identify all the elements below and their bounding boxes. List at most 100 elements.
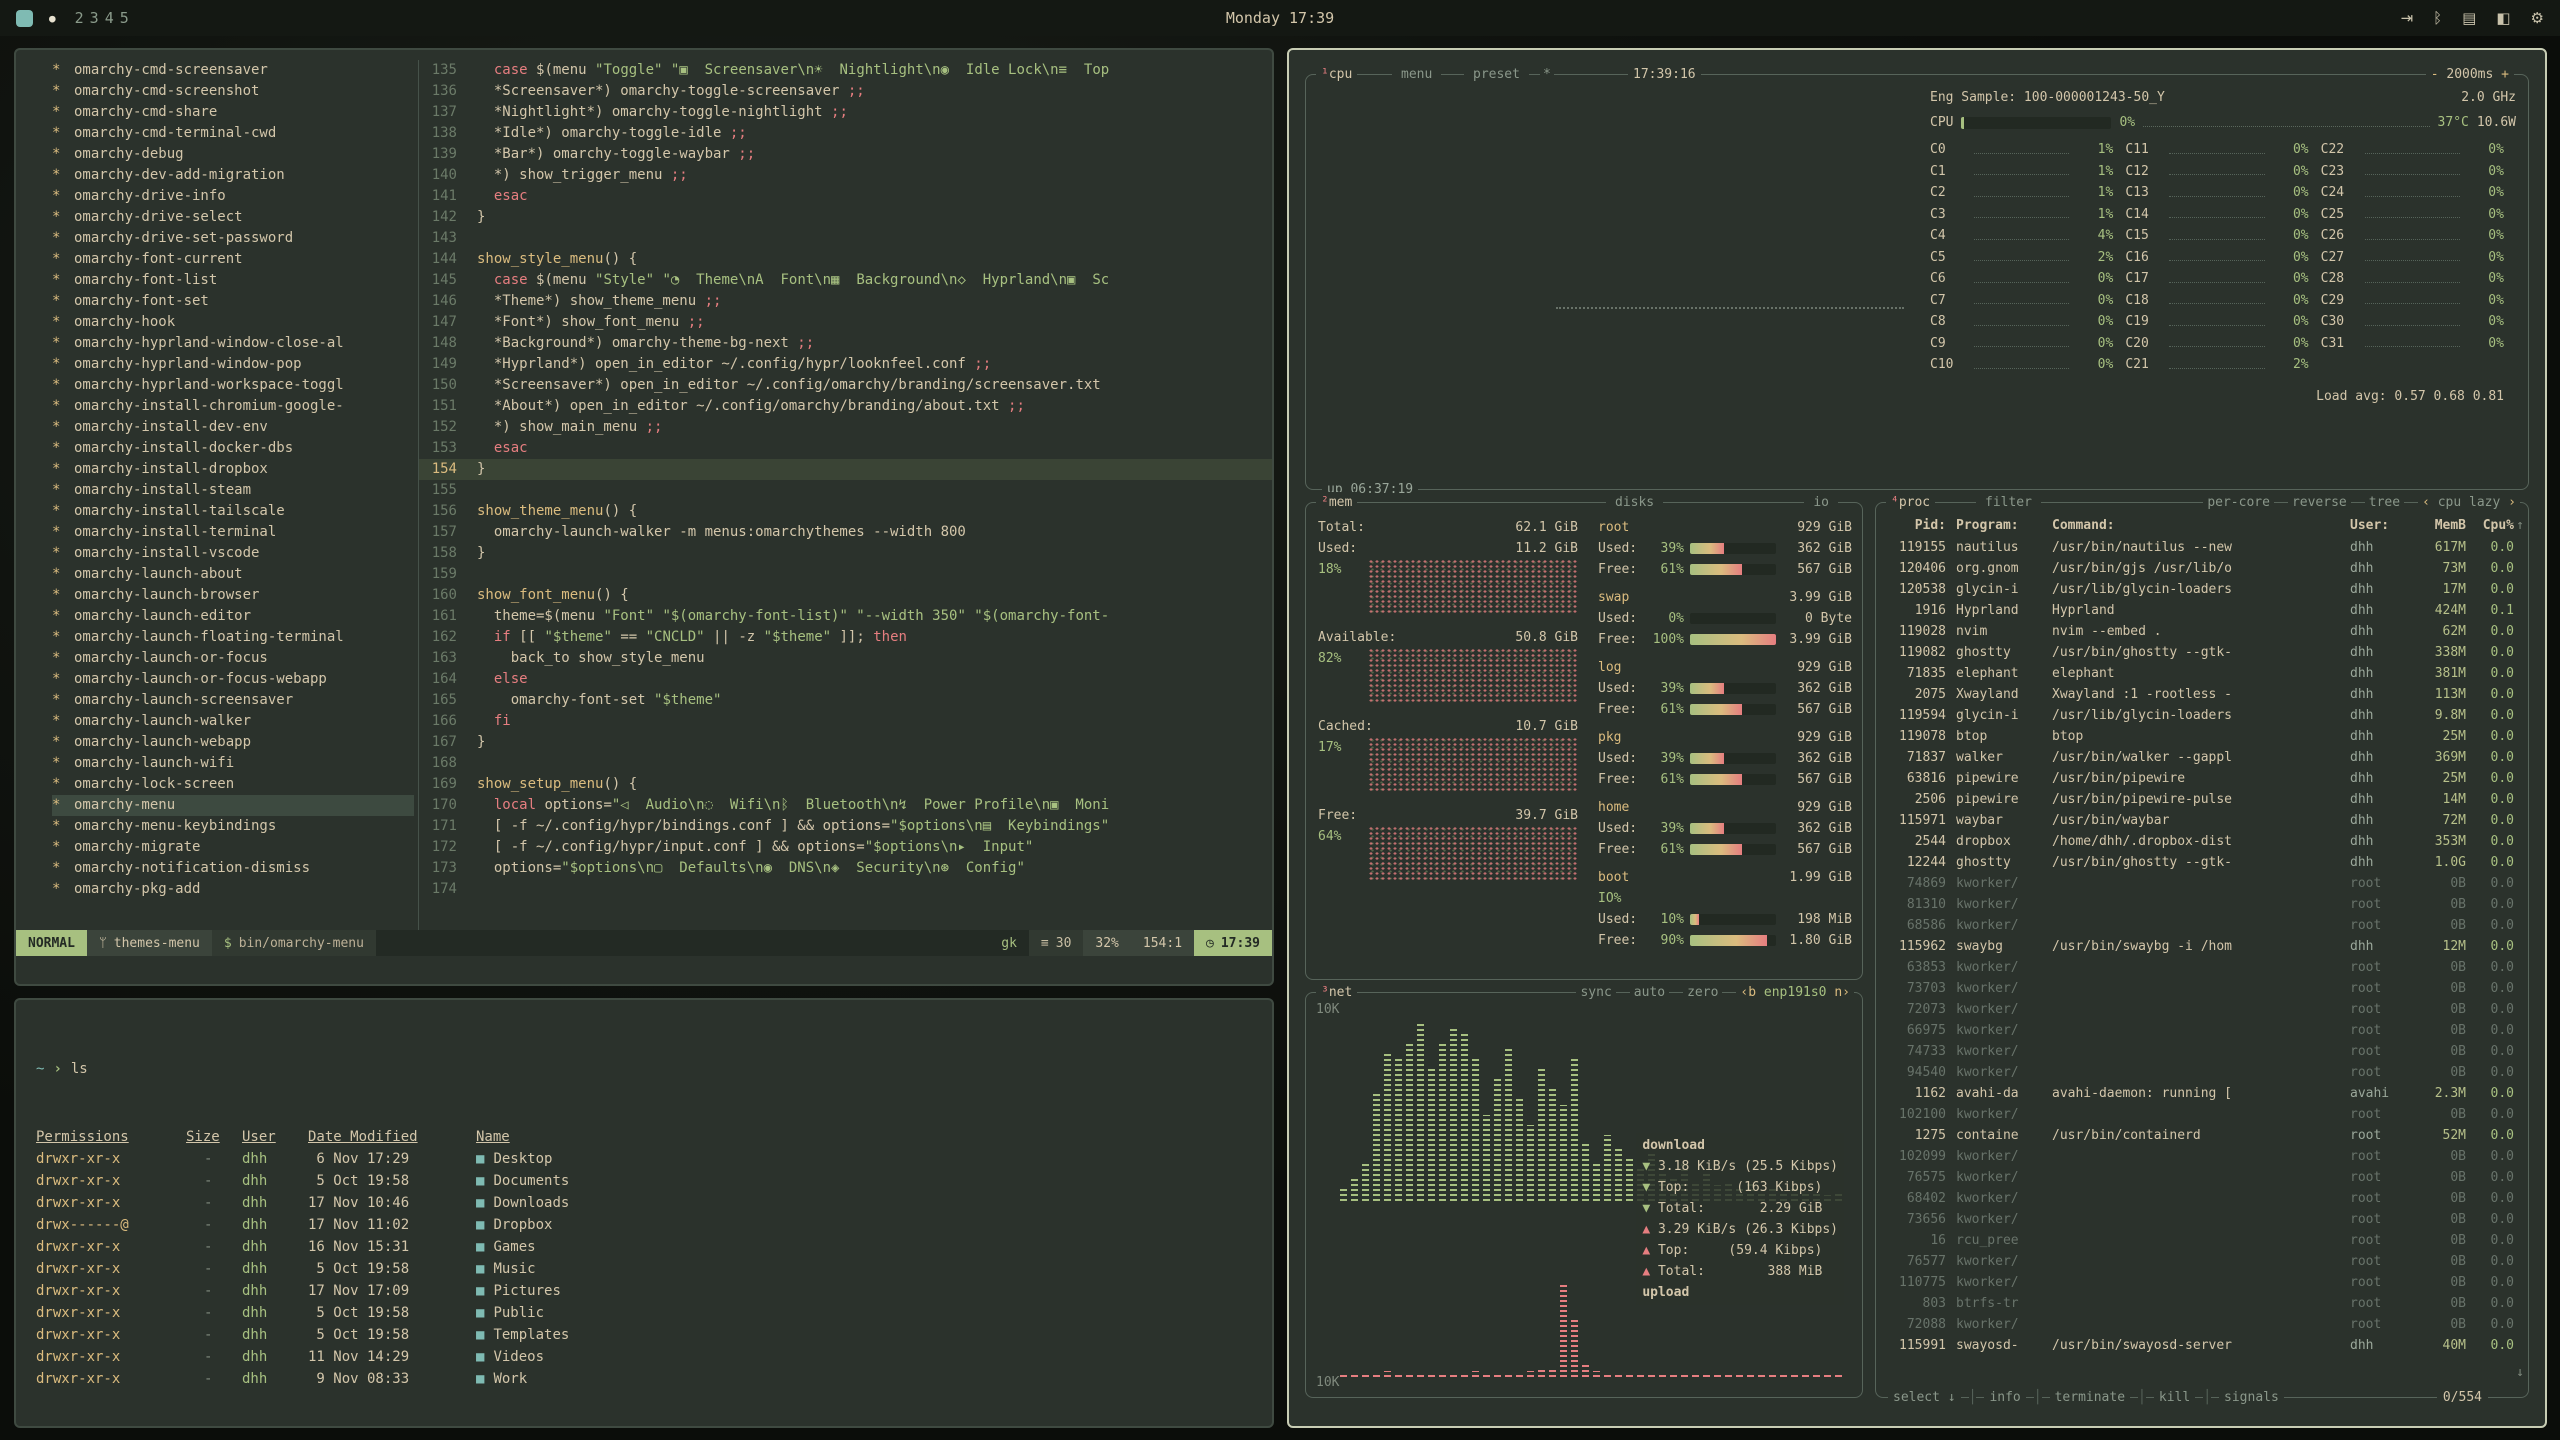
- proc-action-signals[interactable]: signals: [2219, 1387, 2284, 1408]
- file-list-item[interactable]: *omarchy-dev-add-migration: [52, 165, 418, 186]
- disks-toggle[interactable]: disks: [1606, 492, 1663, 513]
- file-list-item[interactable]: *omarchy-cmd-screenshot: [52, 81, 418, 102]
- io-toggle[interactable]: io: [1804, 492, 1838, 513]
- file-list-item[interactable]: *omarchy-lock-screen: [52, 774, 418, 795]
- process-row[interactable]: 120406org.gnom/usr/bin/gjs /usr/lib/odhh…: [1876, 558, 2528, 579]
- file-list-item[interactable]: *omarchy-hyprland-window-pop: [52, 354, 418, 375]
- process-row[interactable]: 71837walker/usr/bin/walker --gappldhh369…: [1876, 747, 2528, 768]
- scroll-down-icon[interactable]: ↓: [2516, 1362, 2524, 1383]
- process-row[interactable]: 74869kworker/root0B0.0: [1876, 873, 2528, 894]
- process-row[interactable]: 66975kworker/root0B0.0: [1876, 1020, 2528, 1041]
- process-row[interactable]: 1162avahi-daavahi-daemon: running [avahi…: [1876, 1083, 2528, 1104]
- update-interval[interactable]: - 2000ms +: [2426, 64, 2514, 85]
- file-list-item[interactable]: *omarchy-install-docker-dbs: [52, 438, 418, 459]
- proc-action-info[interactable]: info: [1984, 1387, 2025, 1408]
- file-list-item[interactable]: *omarchy-launch-webapp: [52, 732, 418, 753]
- workspace-1-active-dot[interactable]: ●: [49, 12, 56, 25]
- process-row[interactable]: 73656kworker/root0B0.0: [1876, 1209, 2528, 1230]
- sort-selector[interactable]: ‹ cpu lazy ›: [2418, 492, 2520, 513]
- proc-box-title[interactable]: ⁴proc: [1886, 492, 1935, 513]
- gear-icon[interactable]: ⚙: [2531, 9, 2544, 27]
- keyboard-icon[interactable]: ▤: [2462, 9, 2476, 27]
- workspace-2[interactable]: 2: [72, 9, 87, 27]
- preset-button[interactable]: preset: [1464, 64, 1529, 85]
- workspace-3[interactable]: 3: [87, 9, 102, 27]
- process-row[interactable]: 68586kworker/root0B0.0: [1876, 915, 2528, 936]
- process-row[interactable]: 72088kworker/root0B0.0: [1876, 1314, 2528, 1335]
- process-row[interactable]: 119082ghostty/usr/bin/ghostty --gtk-dhh3…: [1876, 642, 2528, 663]
- process-row[interactable]: 119594glycin-i/usr/lib/glycin-loadersdhh…: [1876, 705, 2528, 726]
- process-row[interactable]: 2506pipewire/usr/bin/pipewire-pulsedhh14…: [1876, 789, 2528, 810]
- logout-icon[interactable]: ⇥: [2401, 9, 2414, 27]
- process-row[interactable]: 119155nautilus/usr/bin/nautilus --newdhh…: [1876, 537, 2528, 558]
- process-row[interactable]: 76577kworker/root0B0.0: [1876, 1251, 2528, 1272]
- file-list-item[interactable]: *omarchy-cmd-terminal-cwd: [52, 123, 418, 144]
- file-list-item[interactable]: *omarchy-drive-info: [52, 186, 418, 207]
- proc-tree-button[interactable]: tree: [2365, 492, 2404, 513]
- proc-action-kill[interactable]: kill: [2154, 1387, 2195, 1408]
- process-row[interactable]: 2075XwaylandXwayland :1 -rootless -dhh11…: [1876, 684, 2528, 705]
- process-row[interactable]: 71835elephantelephantdhh381M0.0: [1876, 663, 2528, 684]
- file-list-item[interactable]: *omarchy-font-set: [52, 291, 418, 312]
- file-list-item[interactable]: *omarchy-launch-about: [52, 564, 418, 585]
- process-row[interactable]: 102100kworker/root0B0.0: [1876, 1104, 2528, 1125]
- net-sync-button[interactable]: sync: [1576, 982, 1615, 1003]
- volume-icon[interactable]: ◧: [2496, 9, 2510, 27]
- menu-button[interactable]: menu: [1392, 64, 1441, 85]
- net-auto-button[interactable]: auto: [1630, 982, 1669, 1003]
- file-list-item[interactable]: *omarchy-launch-or-focus: [52, 648, 418, 669]
- file-list-item[interactable]: *omarchy-cmd-screensaver: [52, 60, 418, 81]
- proc-reverse-button[interactable]: reverse: [2288, 492, 2351, 513]
- file-list-item[interactable]: *omarchy-install-dropbox: [52, 459, 418, 480]
- file-list-item[interactable]: *omarchy-install-tailscale: [52, 501, 418, 522]
- net-zero-button[interactable]: zero: [1683, 982, 1722, 1003]
- process-row[interactable]: 63816pipewire/usr/bin/pipewiredhh25M0.0: [1876, 768, 2528, 789]
- file-list-item[interactable]: *omarchy-debug: [52, 144, 418, 165]
- process-row[interactable]: 16rcu_preeroot0B0.0: [1876, 1230, 2528, 1251]
- file-list-item[interactable]: *omarchy-install-chromium-google-: [52, 396, 418, 417]
- process-row[interactable]: 1275containe/usr/bin/containerdroot52M0.…: [1876, 1125, 2528, 1146]
- file-list-item[interactable]: *omarchy-launch-screensaver: [52, 690, 418, 711]
- file-list-item[interactable]: *omarchy-hyprland-workspace-toggl: [52, 375, 418, 396]
- file-list-item[interactable]: *omarchy-cmd-share: [52, 102, 418, 123]
- process-row[interactable]: 803btrfs-trroot0B0.0: [1876, 1293, 2528, 1314]
- file-list-item[interactable]: *omarchy-notification-dismiss: [52, 858, 418, 879]
- file-list-item[interactable]: *omarchy-launch-editor: [52, 606, 418, 627]
- proc-action-select[interactable]: select ↓: [1888, 1387, 1961, 1408]
- process-row[interactable]: 1916HyprlandHyprlanddhh424M0.1: [1876, 600, 2528, 621]
- cpu-box-title[interactable]: ¹cpu: [1316, 64, 1357, 85]
- file-list-item[interactable]: *omarchy-launch-wifi: [52, 753, 418, 774]
- file-list-item[interactable]: *omarchy-install-terminal: [52, 522, 418, 543]
- terminal-window[interactable]: ~ › ls PermissionsSizeUserDate ModifiedN…: [14, 998, 1274, 1428]
- process-row[interactable]: 120538glycin-i/usr/lib/glycin-loadersdhh…: [1876, 579, 2528, 600]
- file-list-item[interactable]: *omarchy-install-dev-env: [52, 417, 418, 438]
- process-row[interactable]: 73703kworker/root0B0.0: [1876, 978, 2528, 999]
- file-list-item[interactable]: *omarchy-install-vscode: [52, 543, 418, 564]
- process-row[interactable]: 81310kworker/root0B0.0: [1876, 894, 2528, 915]
- process-table-header[interactable]: Pid:Program:Command:User:MemBCpu%: [1876, 515, 2528, 536]
- scroll-up-icon[interactable]: ↑: [2516, 515, 2524, 536]
- proc-action-terminate[interactable]: terminate: [2050, 1387, 2130, 1408]
- process-row[interactable]: 110775kworker/root0B0.0: [1876, 1272, 2528, 1293]
- process-row[interactable]: 115971waybar/usr/bin/waybardhh72M0.0: [1876, 810, 2528, 831]
- process-row[interactable]: 74733kworker/root0B0.0: [1876, 1041, 2528, 1062]
- file-list-item[interactable]: *omarchy-font-current: [52, 249, 418, 270]
- process-row[interactable]: 63853kworker/root0B0.0: [1876, 957, 2528, 978]
- process-row[interactable]: 72073kworker/root0B0.0: [1876, 999, 2528, 1020]
- file-list-item[interactable]: *omarchy-hook: [52, 312, 418, 333]
- process-row[interactable]: 94540kworker/root0B0.0: [1876, 1062, 2528, 1083]
- file-list-item[interactable]: *omarchy-migrate: [52, 837, 418, 858]
- file-list-item[interactable]: *omarchy-install-steam: [52, 480, 418, 501]
- file-list-item[interactable]: *omarchy-drive-set-password: [52, 228, 418, 249]
- process-row[interactable]: 119028nvimnvim --embed .dhh62M0.0: [1876, 621, 2528, 642]
- workspace-4[interactable]: 4: [102, 9, 117, 27]
- process-row[interactable]: 68402kworker/root0B0.0: [1876, 1188, 2528, 1209]
- file-list-item[interactable]: *omarchy-hyprland-window-close-al: [52, 333, 418, 354]
- file-list-item[interactable]: *omarchy-launch-floating-terminal: [52, 627, 418, 648]
- file-list-item[interactable]: *omarchy-launch-browser: [52, 585, 418, 606]
- file-list-item[interactable]: *omarchy-menu-keybindings: [52, 816, 418, 837]
- app-launcher-icon[interactable]: [16, 10, 33, 27]
- file-list-item[interactable]: *omarchy-drive-select: [52, 207, 418, 228]
- process-row[interactable]: 115991swayosd-/usr/bin/swayosd-serverdhh…: [1876, 1335, 2528, 1356]
- file-list-item[interactable]: *omarchy-launch-walker: [52, 711, 418, 732]
